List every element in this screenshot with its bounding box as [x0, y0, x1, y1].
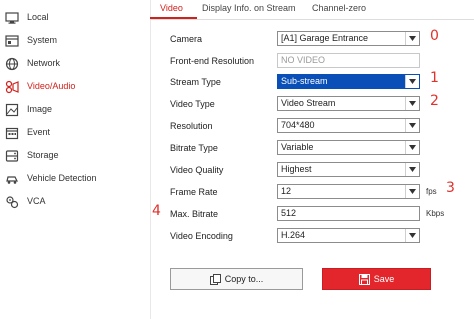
annotation-label: 2 [430, 93, 439, 109]
sidebar-item-label: System [27, 35, 58, 45]
globe-icon [5, 57, 19, 71]
tab-video[interactable]: Video [160, 3, 183, 13]
sidebar-item-label: Event [27, 127, 51, 137]
sidebar-item-label: Network [27, 58, 61, 68]
save-icon [358, 273, 370, 285]
system-icon [5, 34, 19, 48]
chevron-down-icon [405, 119, 419, 132]
sidebar-item-local[interactable]: Local [0, 7, 150, 29]
save-button[interactable]: Save [322, 268, 431, 290]
resolution-select[interactable]: 704*480 [277, 118, 420, 133]
vehicle-detection-icon [5, 172, 19, 186]
sidebar-item-network[interactable]: Network [0, 53, 150, 75]
sidebar-item-vehicle-detection[interactable]: Vehicle Detection [0, 168, 150, 190]
frame-rate-select[interactable]: 12 [277, 184, 420, 199]
save-label: Save [373, 274, 395, 284]
video-quality-value: Highest [281, 164, 312, 174]
video-encoding-select[interactable]: H.264 [277, 228, 420, 243]
annotation-label: 1 [430, 70, 439, 86]
bitrate-type-value: Variable [281, 142, 314, 152]
sidebar-item-label: Image [27, 104, 53, 114]
frame-rate-label: Frame Rate [170, 187, 218, 197]
max-bitrate-input[interactable]: 512 [277, 206, 420, 221]
sidebar-item-label: VCA [27, 196, 46, 206]
monitor-icon [5, 11, 19, 25]
vca-icon [5, 195, 19, 209]
sidebar-item-label: Vehicle Detection [27, 173, 97, 183]
sidebar-item-label: Local [27, 12, 49, 22]
chevron-down-icon [405, 229, 419, 242]
sidebar-item-video-audio[interactable]: Video/Audio [0, 76, 150, 98]
bitrate-type-label: Bitrate Type [170, 143, 218, 153]
tab-display-info-on-stream[interactable]: Display Info. on Stream [202, 3, 296, 13]
sidebar-item-vca[interactable]: VCA [0, 191, 150, 213]
sidebar-item-storage[interactable]: Storage [0, 145, 150, 167]
stream-type-label: Stream Type [170, 77, 221, 87]
stream-type-select[interactable]: Sub-stream [277, 74, 420, 89]
copy-to-button[interactable]: Copy to... [170, 268, 303, 290]
chevron-down-icon [405, 185, 419, 198]
sidebar-item-system[interactable]: System [0, 30, 150, 52]
annotation-label: 4 [152, 203, 161, 219]
resolution-label: Resolution [170, 121, 213, 131]
max-bitrate-unit: Kbps [426, 209, 445, 218]
calendar-icon [5, 126, 19, 140]
camera-value: [A1] Garage Entrance [281, 33, 369, 43]
sidebar-item-event[interactable]: Event [0, 122, 150, 144]
video-quality-label: Video Quality [170, 165, 224, 175]
copy-to-label: Copy to... [224, 274, 264, 284]
frontend-resolution-field: NO VIDEO [277, 53, 420, 68]
sidebar-item-label: Video/Audio [27, 81, 76, 91]
bitrate-type-select[interactable]: Variable [277, 140, 420, 155]
stream-type-value: Sub-stream [281, 76, 328, 86]
video-quality-select[interactable]: Highest [277, 162, 420, 177]
image-icon [5, 103, 19, 117]
chevron-down-icon [405, 32, 419, 45]
camera-select[interactable]: [A1] Garage Entrance [277, 31, 420, 46]
chevron-down-icon [405, 141, 419, 154]
frontend-resolution-value: NO VIDEO [281, 55, 326, 65]
max-bitrate-label: Max. Bitrate [170, 209, 219, 219]
frontend-resolution-label: Front-end Resolution [170, 56, 255, 66]
frame-rate-unit: fps [426, 187, 437, 196]
max-bitrate-value: 512 [281, 208, 297, 218]
video-encoding-label: Video Encoding [170, 231, 233, 241]
tab-bar: Video Display Info. on Stream Channel-ze… [150, 0, 474, 20]
chevron-down-icon [405, 97, 419, 110]
tab-channel-zero[interactable]: Channel-zero [312, 3, 366, 13]
copy-icon [209, 273, 221, 285]
video-type-select[interactable]: Video Stream [277, 96, 420, 111]
video-type-value: Video Stream [281, 98, 336, 108]
sidebar: Local System Network Video/Audio Image E… [0, 0, 150, 319]
chevron-down-icon [405, 163, 419, 176]
annotation-label: 0 [430, 28, 439, 44]
tab-divider [150, 19, 474, 20]
frame-rate-value: 12 [281, 186, 292, 196]
storage-icon [5, 149, 19, 163]
sidebar-divider [150, 0, 151, 319]
video-encoding-value: H.264 [281, 230, 306, 240]
annotation-label: 3 [446, 180, 455, 196]
video-audio-icon [5, 80, 19, 94]
video-type-label: Video Type [170, 99, 215, 109]
chevron-down-icon [405, 75, 419, 88]
sidebar-item-image[interactable]: Image [0, 99, 150, 121]
camera-label: Camera [170, 34, 203, 44]
sidebar-item-label: Storage [27, 150, 59, 160]
resolution-value: 704*480 [281, 120, 315, 130]
